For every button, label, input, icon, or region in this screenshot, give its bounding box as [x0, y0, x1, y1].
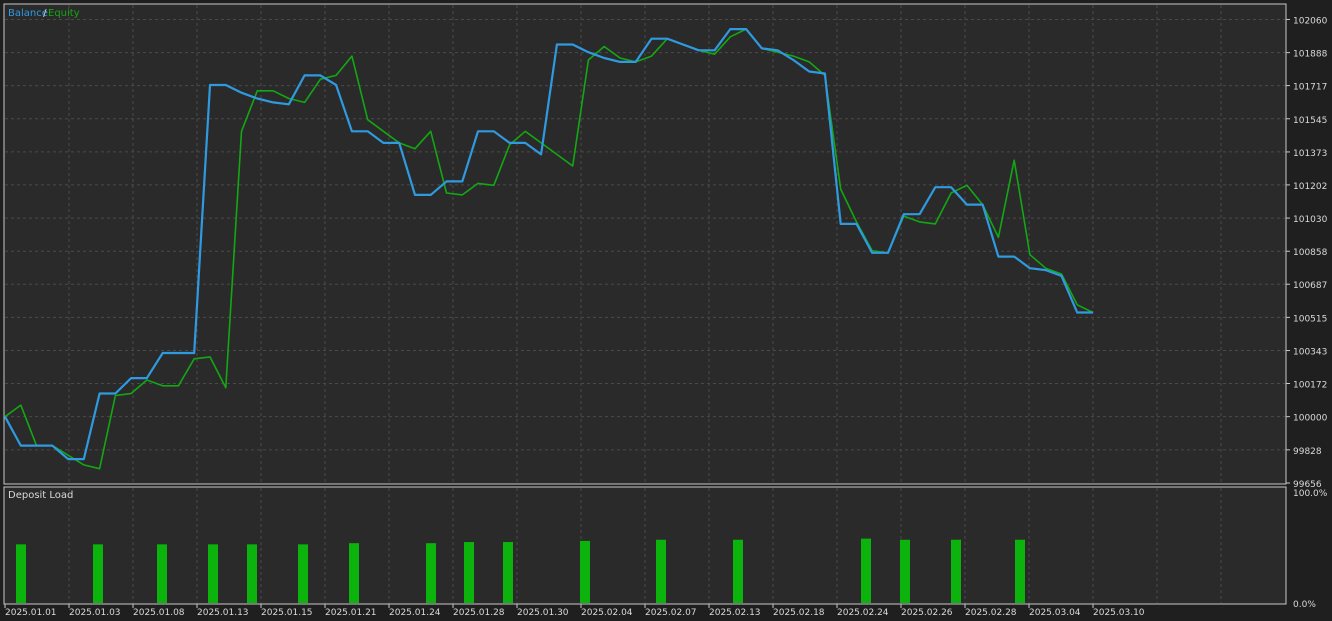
y-tick-label: 100343	[1293, 348, 1327, 358]
y-tick-label: 101545	[1293, 116, 1327, 126]
x-tick-label: 2025.01.13	[197, 608, 249, 618]
x-tick-label: 2025.01.15	[261, 608, 313, 618]
x-tick-label: 2025.02.07	[645, 608, 697, 618]
y-tick-label: 99828	[1293, 447, 1322, 457]
x-tick-label: 2025.03.04	[1029, 608, 1081, 618]
deposit-load-bar	[900, 539, 910, 603]
deposit-load-bar	[951, 539, 961, 603]
load-tick-label: 100.0%	[1293, 489, 1328, 499]
main-y-axis: 102060 101888 101717 101545 101373 101202 1010…	[1286, 16, 1328, 490]
x-tick-label: 2025.03.10	[1093, 608, 1145, 618]
x-tick-label: 2025.01.01	[5, 608, 57, 618]
y-tick-label: 100687	[1293, 281, 1327, 291]
deposit-load-bar	[298, 544, 308, 603]
x-tick-label: 2025.01.21	[325, 608, 377, 618]
deposit-load-bar	[208, 544, 218, 603]
y-tick-label: 101030	[1293, 215, 1328, 225]
deposit-load-bar	[656, 539, 666, 603]
y-tick-label: 102060	[1293, 16, 1328, 26]
deposit-load-bar	[733, 539, 743, 603]
x-tick-label: 2025.02.28	[965, 608, 1017, 618]
deposit-load-bar	[157, 544, 167, 603]
y-tick-label: 100172	[1293, 381, 1327, 391]
deposit-load-bar	[247, 544, 257, 603]
x-tick-label: 2025.01.24	[389, 608, 441, 618]
deposit-load-title: Deposit Load	[8, 490, 73, 501]
deposit-load-bar	[1015, 539, 1025, 603]
y-tick-label: 100000	[1293, 414, 1328, 424]
x-tick-label: 2025.01.08	[133, 608, 185, 618]
deposit-load-bar	[349, 543, 359, 603]
x-tick-label: 2025.02.18	[773, 608, 825, 618]
x-tick-label: 2025.02.13	[709, 608, 761, 618]
deposit-load-bar	[16, 544, 26, 603]
main-plot-area	[3, 3, 1287, 485]
deposit-load-bar	[426, 543, 436, 603]
y-tick-label: 100858	[1293, 248, 1328, 258]
y-tick-label: 100515	[1293, 314, 1327, 324]
legend-equity: Equity	[48, 8, 80, 19]
x-tick-label: 2025.02.26	[901, 608, 953, 618]
y-tick-label: 101717	[1293, 83, 1327, 93]
deposit-load-bar	[93, 544, 103, 603]
deposit-load-bar	[503, 542, 513, 603]
y-tick-label: 101888	[1293, 50, 1328, 60]
deposit-load-bar	[861, 538, 871, 603]
x-tick-label: 2025.01.03	[69, 608, 121, 618]
deposit-load-bar	[464, 542, 474, 603]
x-tick-label: 2025.02.24	[837, 608, 889, 618]
deposit-load-bar	[580, 540, 590, 603]
x-tick-label: 2025.01.30	[517, 608, 569, 618]
x-tick-label: 2025.02.04	[581, 608, 633, 618]
load-tick-label: 0.0%	[1293, 600, 1316, 610]
x-tick-label: 2025.01.28	[453, 608, 505, 618]
balance-equity-chart: 102060 101888 101717 101545 101373 101202 1010…	[0, 0, 1332, 621]
y-tick-label: 101373	[1293, 149, 1327, 159]
y-tick-label: 101202	[1293, 182, 1327, 192]
